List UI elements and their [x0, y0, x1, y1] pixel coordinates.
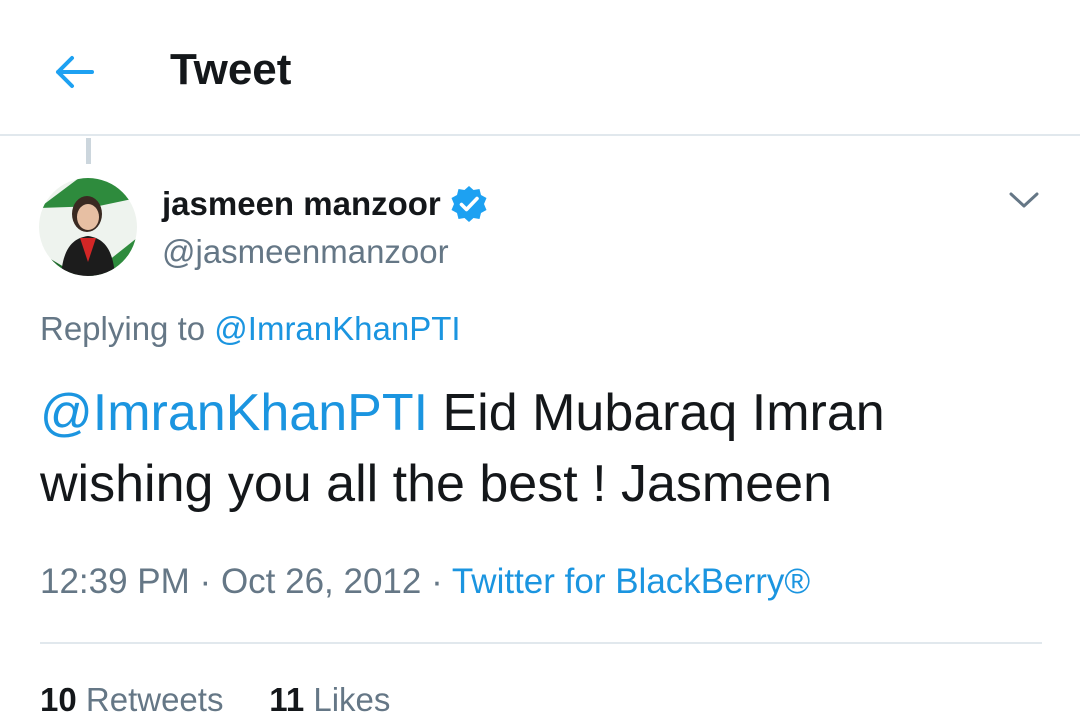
back-button[interactable] [50, 50, 98, 94]
replying-to: Replying to @ImranKhanPTI [40, 308, 461, 350]
verified-badge-icon [451, 186, 487, 222]
likes-label: Likes [313, 681, 391, 718]
chevron-down-icon [1009, 192, 1039, 208]
thread-connector [86, 138, 91, 164]
more-options-button[interactable] [1000, 180, 1048, 220]
arrow-left-icon [56, 56, 94, 88]
author-name: jasmeen manzoor [162, 185, 441, 222]
meta-separator: · [431, 562, 443, 601]
avatar[interactable] [39, 178, 137, 276]
tweet-source-link[interactable]: Twitter for BlackBerry® [452, 562, 810, 601]
tweet-time: 12:39 PM [40, 562, 190, 601]
tweet-meta: 12:39 PM · Oct 26, 2012 · Twitter for Bl… [40, 560, 810, 604]
replying-to-mention-link[interactable]: @ImranKhanPTI [214, 310, 460, 347]
page-title: Tweet [170, 45, 292, 94]
retweets-label: Retweets [85, 681, 224, 718]
replying-prefix: Replying to [40, 310, 206, 347]
tweet-mention-link[interactable]: @ImranKhanPTI [40, 384, 428, 442]
likes-stat[interactable]: 11 Likes [269, 681, 390, 718]
tweet-text: @ImranKhanPTI Eid Mubaraq Imran wishing … [40, 378, 1040, 520]
retweets-count: 10 [40, 681, 77, 718]
tweet-stats: 10 Retweets 11 Likes [40, 680, 390, 720]
profile-photo [39, 178, 137, 276]
top-bar: Tweet [0, 0, 1080, 136]
likes-count: 11 [269, 681, 305, 718]
meta-separator: · [199, 562, 212, 601]
author-handle[interactable]: @jasmeenmanzoor [162, 232, 449, 272]
retweets-stat[interactable]: 10 Retweets [40, 681, 223, 718]
author-name-row[interactable]: jasmeen manzoor [162, 184, 489, 224]
divider [40, 642, 1042, 644]
tweet-date: Oct 26, 2012 [220, 562, 422, 601]
